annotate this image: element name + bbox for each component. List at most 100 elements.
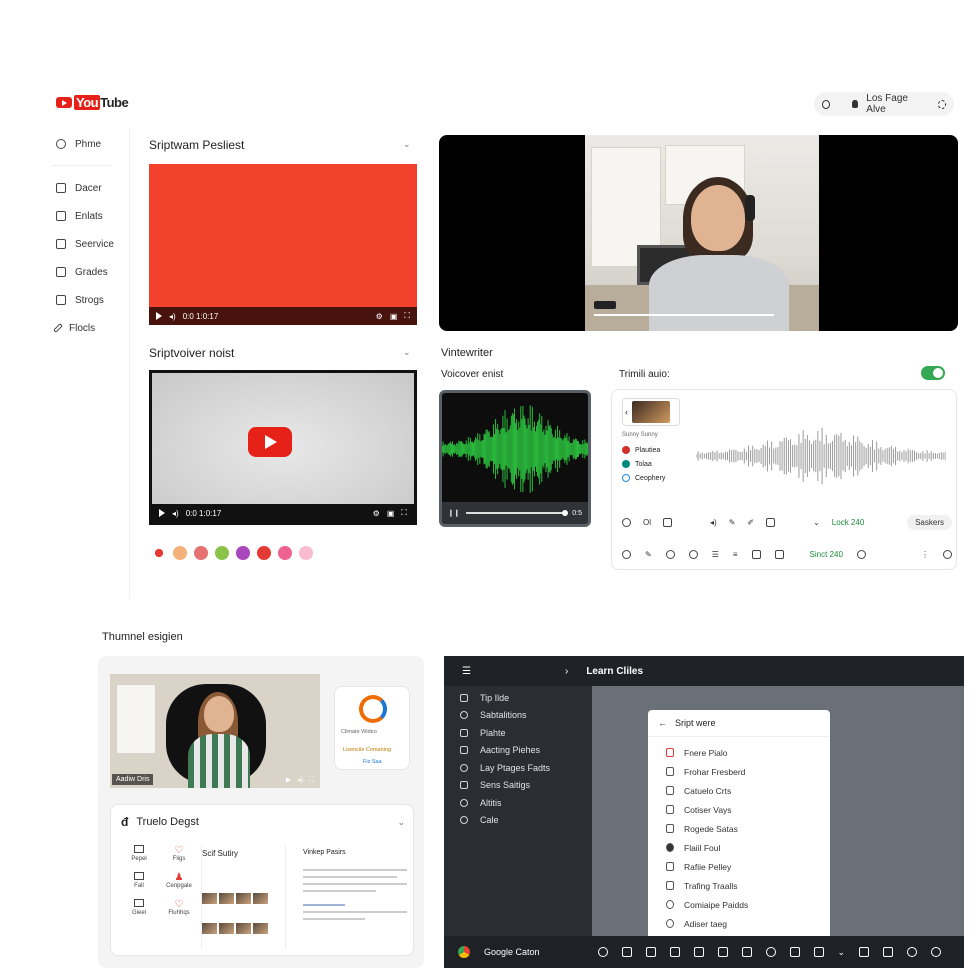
- play-icon[interactable]: [159, 509, 165, 517]
- search-icon[interactable]: [822, 99, 831, 109]
- option-item[interactable]: Ceophery: [622, 474, 665, 482]
- trim-waveform-graphic[interactable]: [696, 426, 946, 486]
- chevron-down-icon[interactable]: ⌄: [397, 817, 405, 828]
- dialog-item[interactable]: Flaiil Foul: [666, 838, 830, 857]
- thumbnail-grid[interactable]: [202, 891, 270, 939]
- account-bar[interactable]: Los Fage Alve: [814, 92, 954, 116]
- file-icon[interactable]: [741, 947, 752, 957]
- face-reaction-icon[interactable]: [278, 546, 292, 560]
- more-icon[interactable]: ⋮: [921, 550, 929, 559]
- youtube-logo[interactable]: You Tube: [56, 95, 129, 110]
- volume-icon[interactable]: ◂): [169, 312, 176, 321]
- grid-item[interactable]: ♡ Fligs: [159, 845, 199, 862]
- back-arrow-icon[interactable]: ←: [658, 718, 667, 728]
- chat-bubble-icon[interactable]: [765, 947, 776, 957]
- search-icon[interactable]: [688, 550, 698, 559]
- face-reaction-icon[interactable]: [236, 546, 250, 560]
- sidebar-item-grades[interactable]: Grades: [52, 258, 129, 286]
- pause-icon[interactable]: ❙❙: [448, 509, 460, 517]
- chevron-down-icon[interactable]: ⌄: [838, 947, 846, 958]
- fullscreen-icon[interactable]: ⛶: [309, 776, 314, 784]
- sidebar-item-enlats[interactable]: Enlats: [52, 202, 129, 230]
- circle-icon[interactable]: [665, 550, 675, 559]
- copy-icon[interactable]: [774, 550, 784, 559]
- face-reaction-icon[interactable]: [194, 546, 208, 560]
- play-icon[interactable]: ▶: [286, 776, 291, 784]
- drop-icon[interactable]: [622, 550, 631, 559]
- chevron-right-icon[interactable]: ›: [565, 666, 568, 677]
- menu-item[interactable]: Sabtalitions: [460, 707, 550, 725]
- face-reaction-icon[interactable]: [173, 546, 187, 560]
- volume-icon[interactable]: ◂): [297, 776, 303, 784]
- refresh-icon[interactable]: [597, 947, 608, 957]
- video-player-2[interactable]: ◂) 0:0 1:0:17 ⚙ ▣ ⛶: [149, 370, 417, 525]
- settings-icon[interactable]: ⚙: [376, 312, 383, 321]
- home-icon[interactable]: [621, 947, 632, 957]
- filter-icon[interactable]: ≡: [733, 550, 738, 559]
- settings-icon[interactable]: [937, 99, 946, 109]
- seek-bar[interactable]: [465, 510, 569, 516]
- waveform-player[interactable]: ❙❙ 0:5: [439, 390, 591, 527]
- menu-item[interactable]: Tip Ilde: [460, 689, 550, 707]
- sidebar-item-dacer[interactable]: Dacer: [52, 174, 129, 202]
- track-card[interactable]: ‹: [622, 398, 680, 426]
- menu-item[interactable]: Aacting Piehes: [460, 742, 550, 760]
- grid-item[interactable]: Pepel: [119, 845, 159, 862]
- grid-item[interactable]: ♡ Fluhhqs: [159, 899, 199, 916]
- dialog-item[interactable]: Catuelo Crts: [666, 781, 830, 800]
- chevron-down-icon[interactable]: ⌄: [813, 518, 820, 527]
- main-video-player[interactable]: [439, 135, 958, 331]
- shield-icon[interactable]: [931, 947, 942, 957]
- box-icon[interactable]: [766, 518, 776, 527]
- volume-icon[interactable]: ◂): [710, 518, 717, 527]
- bag-icon[interactable]: [717, 947, 728, 957]
- gauge-icon[interactable]: [856, 550, 866, 559]
- menu-item[interactable]: Sens Saitigs: [460, 777, 550, 795]
- grid-item[interactable]: Gieel: [119, 899, 159, 916]
- sidebar-item-home[interactable]: Phme: [52, 130, 129, 158]
- play-icon[interactable]: [156, 312, 162, 320]
- camera-icon[interactable]: [883, 947, 894, 957]
- chevron-down-icon[interactable]: ⌄: [403, 139, 411, 150]
- dialog-item[interactable]: Rafiie Pelley: [666, 857, 830, 876]
- caption-button[interactable]: Aadiw Dris: [112, 774, 154, 785]
- pen-icon[interactable]: ✎: [645, 550, 652, 559]
- dialog-item[interactable]: Frohar Fresberd: [666, 762, 830, 781]
- loop-icon[interactable]: [622, 518, 631, 527]
- menu-item[interactable]: Altitis: [460, 794, 550, 812]
- face-reaction-icon[interactable]: [215, 546, 229, 560]
- sidebar-item-flocls[interactable]: Flocls: [52, 314, 129, 342]
- face-reaction-icon[interactable]: [299, 546, 313, 560]
- account-label[interactable]: Los Fage Alve: [866, 93, 922, 115]
- option-item[interactable]: Tolaa: [622, 460, 665, 468]
- trim-toggle[interactable]: [921, 366, 945, 380]
- dialog-item[interactable]: Trafing Traalls: [666, 876, 830, 895]
- menu-item[interactable]: Cale: [460, 812, 550, 830]
- gear-icon[interactable]: [907, 947, 918, 957]
- keyboard-icon[interactable]: [751, 550, 761, 559]
- grid-item[interactable]: Fall: [119, 872, 159, 889]
- option-item[interactable]: Plautiea: [622, 446, 665, 454]
- card-link[interactable]: Fiz Saa: [363, 759, 382, 765]
- dialog-item[interactable]: Comiaipe Paidds: [666, 895, 830, 914]
- save-button[interactable]: Saskers: [907, 515, 952, 530]
- phone-icon[interactable]: [789, 947, 800, 957]
- volume-icon[interactable]: ◂): [172, 509, 179, 518]
- pen-icon[interactable]: ✎: [729, 518, 736, 527]
- stop-icon[interactable]: [663, 518, 672, 527]
- dialog-item[interactable]: Cotiser Vays: [666, 800, 830, 819]
- menu-item[interactable]: Lay Ptages Fadts: [460, 759, 550, 777]
- window-icon[interactable]: [645, 947, 656, 957]
- video-player-1[interactable]: ◂) 0:0 1:0:17 ⚙ ▣ ⛶: [149, 164, 417, 325]
- fullscreen-icon[interactable]: ⛶: [401, 508, 407, 518]
- heart-reaction-icon[interactable]: [152, 546, 166, 560]
- taskbar-label[interactable]: Google Caton: [484, 947, 540, 957]
- sidebar-item-strogs[interactable]: Strogs: [52, 286, 129, 314]
- dialog-item[interactable]: Fnere Pialo: [666, 743, 830, 762]
- chat-icon[interactable]: [669, 947, 680, 957]
- pen-icon[interactable]: ✐: [747, 518, 754, 527]
- grid-item[interactable]: ♟ Cenpgale: [159, 872, 199, 889]
- chrome-icon[interactable]: [458, 946, 470, 958]
- back-arrow-icon[interactable]: ‹: [625, 407, 628, 417]
- progress-bar[interactable]: [594, 314, 774, 316]
